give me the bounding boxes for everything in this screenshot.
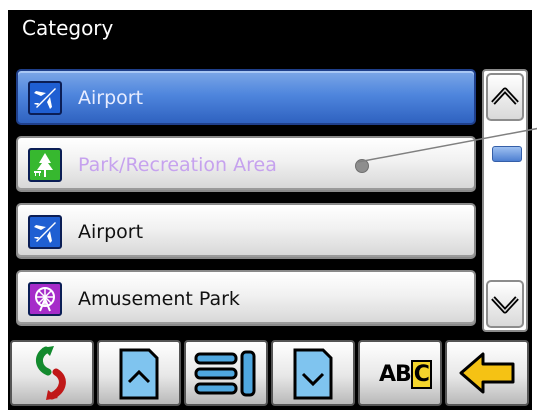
pointer-line	[357, 127, 537, 163]
